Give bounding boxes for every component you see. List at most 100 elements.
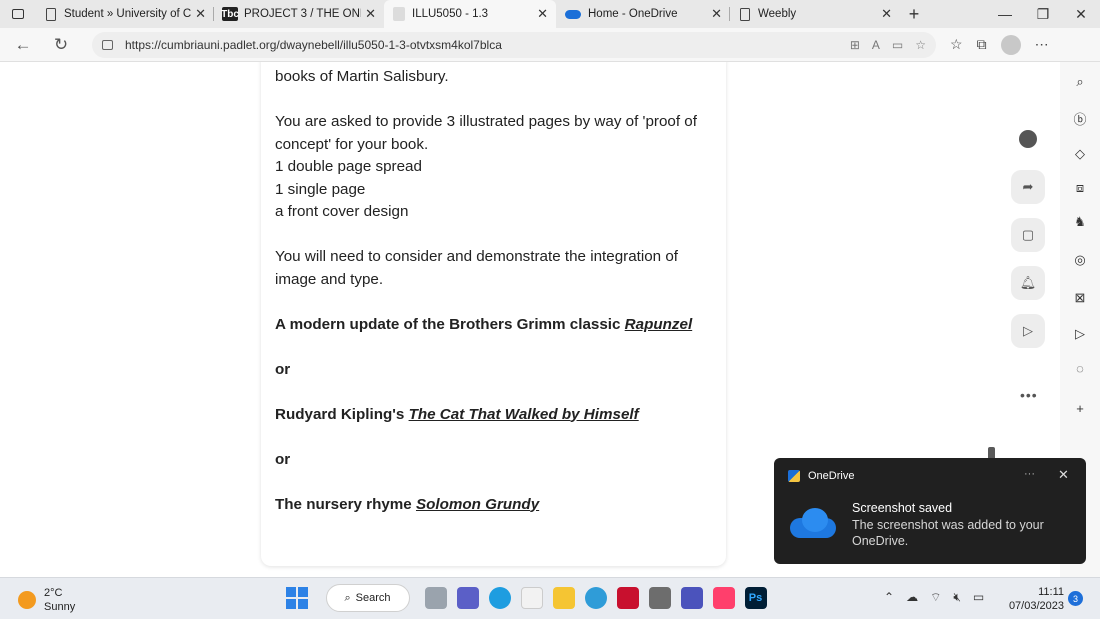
teams-icon[interactable] (680, 587, 703, 609)
games-icon[interactable]: ♞ (1072, 214, 1088, 230)
notification-badge[interactable]: 3 (1068, 591, 1083, 606)
read-aloud-icon[interactable]: A (872, 38, 880, 52)
weather-condition: Sunny (44, 601, 76, 613)
tab-project[interactable]: Tbc PROJECT 3 / THE ONE WH ✕ (214, 0, 384, 28)
immersive-reader-icon[interactable]: ▭ (892, 38, 903, 52)
office-icon[interactable]: ◎ (1072, 252, 1088, 268)
slideshow-button[interactable]: ▢ (1011, 218, 1045, 252)
cat-link[interactable]: The Cat That Walked by Himself (409, 406, 639, 423)
search-label: Search (355, 592, 391, 604)
close-window-icon[interactable]: ✕ (1062, 0, 1100, 28)
or-text: or (275, 360, 291, 378)
weebly-icon: Tbc (221, 7, 239, 21)
clock[interactable]: 11:11 07/03/2023 (1004, 585, 1064, 613)
chat-icon[interactable] (456, 587, 479, 609)
back-button[interactable]: ← (4, 35, 42, 55)
post-content: books of Martin Salisbury. You are asked… (275, 66, 715, 516)
store-icon[interactable] (520, 587, 543, 609)
mcafee-icon[interactable] (616, 587, 639, 609)
taskbar: 2°C Sunny ⌕ Search Ps ⌃ ☁ ⌔ 🔇︎ ▭ 11:11 07… (0, 577, 1100, 619)
photoshop-icon[interactable]: Ps (744, 587, 767, 609)
bing-chat-icon[interactable]: ⓑ (1072, 110, 1088, 127)
notification-app-name: OneDrive (808, 470, 855, 482)
taskbar-search[interactable]: ⌕ Search (325, 584, 410, 612)
battery-icon[interactable]: ▭ (973, 590, 984, 605)
reaction-button[interactable] (1011, 122, 1045, 156)
option-prefix: A modern update of the Brothers Grimm cl… (275, 315, 625, 333)
option-prefix: The nursery rhyme (275, 495, 416, 513)
tab-weebly[interactable]: Weebly ✕ (730, 0, 900, 28)
notification-body: The screenshot was added to your OneDriv… (852, 518, 1044, 548)
lock-icon[interactable] (102, 39, 113, 50)
favorite-add-icon[interactable]: ☆ (915, 38, 926, 52)
notifications-button[interactable]: 🔔︎ (1011, 266, 1045, 300)
option-solomon: The nursery rhyme Solomon Grundy (275, 494, 715, 517)
post-actions: ➦ ▢ 🔔︎ ▷ (1011, 122, 1047, 362)
outlook-icon[interactable]: ⊠ (1072, 290, 1088, 306)
volume-muted-icon[interactable]: 🔇︎ (953, 590, 961, 605)
taskbar-apps: ⌕ Search Ps (286, 584, 772, 612)
tab-illu5050[interactable]: ILLU5050 - 1.3 ✕ (384, 0, 556, 28)
tab-label: Weebly (758, 8, 797, 20)
onedrive-icon (788, 470, 800, 482)
refresh-button[interactable]: ↻ (42, 35, 80, 55)
close-icon[interactable]: ✕ (881, 6, 892, 22)
more-icon[interactable]: ⋯ (1035, 36, 1049, 53)
help-icon[interactable] (584, 587, 607, 609)
drop-icon[interactable]: ◌ (1072, 360, 1088, 376)
tab-student[interactable]: Student » University of Cu ✕ (36, 0, 214, 28)
new-tab-button[interactable]: + (900, 0, 928, 28)
option-rapunzel: A modern update of the Brothers Grimm cl… (275, 314, 715, 337)
notification-more-icon[interactable]: ··· (1024, 468, 1035, 480)
system-tray: ⌃ ☁ ⌔ 🔇︎ ▭ (884, 590, 984, 605)
post-text-line: You will need to consider and demonstrat… (275, 248, 679, 265)
close-icon[interactable]: ✕ (365, 6, 376, 22)
search-icon[interactable]: ⌕ (1072, 74, 1088, 90)
play-button[interactable]: ▷ (1011, 314, 1045, 348)
send-icon[interactable]: ▷ (1072, 326, 1088, 342)
app-icon[interactable] (648, 587, 671, 609)
option-prefix: Rudyard Kipling's (275, 405, 409, 423)
notification-close-icon[interactable]: ✕ (1058, 467, 1069, 483)
file-explorer-icon[interactable] (552, 587, 575, 609)
apps-icon[interactable]: ⊞ (850, 38, 860, 52)
start-button[interactable] (286, 587, 308, 609)
restore-icon[interactable]: ❐ (1024, 0, 1062, 28)
chevron-up-icon[interactable]: ⌃ (884, 590, 894, 605)
creative-cloud-icon[interactable] (712, 587, 735, 609)
post-text-line: 1 double page spread (275, 158, 422, 175)
favorites-icon[interactable]: ☆ (950, 36, 963, 53)
close-icon[interactable]: ✕ (537, 6, 548, 22)
collections-icon[interactable]: ⧉ (977, 36, 987, 53)
share-button[interactable]: ➦ (1011, 170, 1045, 204)
wifi-icon[interactable]: ⌔ (930, 590, 941, 605)
tab-label: Student » University of Cu (64, 8, 192, 20)
minimize-icon[interactable]: — (986, 0, 1024, 28)
tools-icon[interactable]: ⧈ (1072, 180, 1088, 196)
onedrive-tray-icon[interactable]: ☁ (906, 590, 918, 605)
close-icon[interactable]: ✕ (195, 6, 206, 22)
more-options-icon[interactable]: ••• (1020, 387, 1038, 403)
shopping-tag-icon[interactable]: ◇ (1072, 146, 1088, 162)
close-icon[interactable]: ✕ (711, 6, 722, 22)
tab-label: Home - OneDrive (588, 8, 678, 20)
rapunzel-link[interactable]: Rapunzel (625, 316, 693, 333)
address-toolbar: ← ↻ https://cumbriauni.padlet.org/dwayne… (0, 28, 1100, 62)
document-icon (44, 7, 58, 21)
tab-actions-button[interactable] (0, 0, 36, 28)
task-view-icon[interactable] (424, 587, 447, 609)
bell-icon: 🔔︎ (1019, 275, 1037, 290)
or-text: or (275, 450, 291, 468)
weather-temp: 2°C (44, 587, 63, 599)
weather-widget[interactable]: 2°C Sunny (18, 586, 75, 614)
add-icon[interactable]: + (1072, 400, 1088, 416)
solomon-link[interactable]: Solomon Grundy (416, 496, 539, 513)
address-bar[interactable]: https://cumbriauni.padlet.org/dwaynebell… (92, 31, 936, 58)
option-cat: Rudyard Kipling's The Cat That Walked by… (275, 404, 715, 427)
tab-onedrive[interactable]: Home - OneDrive ✕ (556, 0, 730, 28)
post-text-line: image and type. (275, 270, 384, 288)
profile-avatar[interactable] (1000, 34, 1021, 55)
clock-time: 11:11 (1038, 586, 1064, 598)
edge-icon[interactable] (488, 587, 511, 609)
onedrive-notification[interactable]: OneDrive ··· ✕ Screenshot saved The scre… (774, 458, 1086, 564)
